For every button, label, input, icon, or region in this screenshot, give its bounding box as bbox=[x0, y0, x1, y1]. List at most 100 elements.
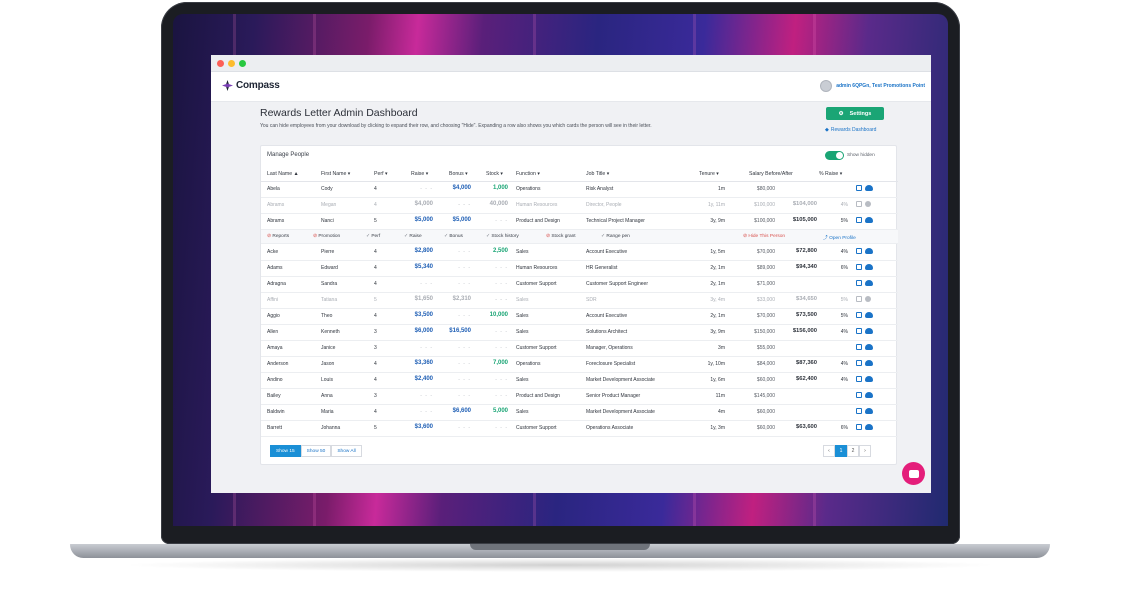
cell-job: Manager, Operations bbox=[586, 345, 633, 351]
chat-button[interactable] bbox=[902, 462, 925, 485]
table-row[interactable]: Aggio Theo 4 $3,500 - - - 10,000 Sales Account … bbox=[261, 309, 898, 325]
edit-icon[interactable] bbox=[856, 185, 862, 191]
edit-icon[interactable] bbox=[856, 408, 862, 414]
cell-perf: 4 bbox=[374, 281, 377, 287]
cell-bonus: $6,600 bbox=[452, 408, 471, 414]
cell-raise: $2,800 bbox=[414, 248, 433, 254]
cell-perf: 5 bbox=[374, 425, 377, 431]
cloud-download-icon[interactable] bbox=[865, 344, 873, 350]
show-50-button[interactable]: Show 50 bbox=[300, 445, 332, 457]
show-15-button[interactable]: Show 15 bbox=[270, 445, 301, 457]
cloud-download-icon[interactable] bbox=[865, 248, 873, 254]
edit-icon[interactable] bbox=[856, 217, 862, 223]
edit-icon[interactable] bbox=[856, 248, 862, 254]
cloud-download-icon[interactable] bbox=[865, 312, 873, 318]
edit-icon[interactable] bbox=[856, 296, 862, 302]
table-row[interactable]: Adragna Sandra 4 - - - - - - - - - Customer Su… bbox=[261, 277, 898, 293]
bonus-card: Bonus bbox=[444, 234, 463, 239]
cell-tenure: 2y, 1m bbox=[710, 313, 725, 319]
col-raise[interactable]: Raise ▾ bbox=[411, 171, 428, 177]
edit-icon[interactable] bbox=[856, 392, 862, 398]
cell-before: $60,000 bbox=[756, 409, 775, 415]
settings-button[interactable]: ⚙ Settings bbox=[826, 107, 884, 120]
cell-function: Sales bbox=[516, 329, 529, 335]
table-row[interactable]: Barrett Johanna 5 $3,600 - - - - - - Customer … bbox=[261, 421, 898, 437]
table-row[interactable]: Adams Edward 4 $5,340 - - - - - - Human Resour… bbox=[261, 261, 898, 277]
col-function[interactable]: Function ▾ bbox=[516, 171, 540, 177]
cell-before: $33,000 bbox=[756, 297, 775, 303]
page-2-button[interactable]: 2 bbox=[847, 445, 859, 457]
hide-person-button[interactable]: ⊘ Hide This Person bbox=[743, 234, 785, 239]
table-row[interactable]: Affini Tatiana 5 $1,650 $2,310 - - - Sales SDR 3… bbox=[261, 293, 898, 309]
col-first-name[interactable]: First Name ▾ bbox=[321, 171, 350, 177]
close-window-button[interactable] bbox=[217, 60, 224, 67]
cloud-download-icon[interactable] bbox=[865, 360, 873, 366]
cell-job: Solutions Architect bbox=[586, 329, 628, 335]
col-pct-raise[interactable]: % Raise ▾ bbox=[819, 171, 842, 177]
edit-icon[interactable] bbox=[856, 312, 862, 318]
table-header: Last Name ▲ First Name ▾ Perf ▾ Raise ▾ … bbox=[261, 168, 898, 182]
table-row[interactable]: Abrams Nanci 5 $5,000 $5,000 - - - Product and… bbox=[261, 214, 898, 230]
compass-logo[interactable]: Compass bbox=[222, 80, 280, 91]
cell-stock: 10,000 bbox=[489, 312, 508, 318]
table-row[interactable]: Abrams Megan 4 $4,000 - - - 40,000 Human Resou… bbox=[261, 198, 898, 214]
page-subtitle: You can hide employees from your downloa… bbox=[260, 123, 652, 129]
cloud-download-icon[interactable] bbox=[865, 376, 873, 382]
col-bonus[interactable]: Bonus ▾ bbox=[449, 171, 468, 177]
cloud-download-icon[interactable] bbox=[865, 280, 873, 286]
cloud-download-icon[interactable] bbox=[865, 217, 873, 223]
cell-bonus: - - - bbox=[458, 202, 471, 208]
cloud-download-icon[interactable] bbox=[865, 424, 873, 430]
table-row[interactable]: Abela Cody 4 - - - $4,000 1,000 Operations Risk… bbox=[261, 182, 898, 198]
clock-icon[interactable] bbox=[865, 296, 871, 302]
edit-icon[interactable] bbox=[856, 376, 862, 382]
show-hidden-toggle[interactable] bbox=[825, 151, 844, 160]
cloud-download-icon[interactable] bbox=[865, 392, 873, 398]
page-1-button[interactable]: 1 bbox=[835, 445, 847, 457]
cell-function: Customer Support bbox=[516, 281, 557, 287]
next-page-button[interactable]: › bbox=[859, 445, 871, 457]
open-profile-link[interactable]: ⤴ Open Profile bbox=[823, 234, 856, 241]
table-row[interactable]: Andino Louis 4 $2,400 - - - - - - Sales Market … bbox=[261, 373, 898, 389]
table-row[interactable]: Baldwin Maria 4 - - - $6,600 5,000 Sales Market… bbox=[261, 405, 898, 421]
cell-raise: $2,400 bbox=[414, 376, 433, 382]
edit-icon[interactable] bbox=[856, 424, 862, 430]
maximize-window-button[interactable] bbox=[239, 60, 246, 67]
col-stock[interactable]: Stock ▾ bbox=[486, 171, 503, 177]
cell-last: Aggio bbox=[267, 313, 280, 319]
col-job-title[interactable]: Job Title ▾ bbox=[586, 171, 609, 177]
cell-first: Edward bbox=[321, 265, 338, 271]
prev-page-button[interactable]: ‹ bbox=[823, 445, 835, 457]
cell-last: Andino bbox=[267, 377, 283, 383]
row-actions bbox=[856, 376, 873, 382]
cell-after: $105,000 bbox=[792, 217, 817, 223]
table-row[interactable]: Anderson Jason 4 $3,360 - - - 7,000 Operations… bbox=[261, 357, 898, 373]
table-row[interactable]: Amaya Janice 3 - - - - - - - - - Customer Supp… bbox=[261, 341, 898, 357]
cell-first: Kenneth bbox=[321, 329, 340, 335]
cloud-download-icon[interactable] bbox=[865, 328, 873, 334]
row-actions bbox=[856, 248, 873, 254]
show-all-button[interactable]: Show All bbox=[331, 445, 362, 457]
rewards-dashboard-link[interactable]: ◆ Rewards Dashboard bbox=[825, 127, 876, 133]
cell-bonus: - - - bbox=[458, 377, 471, 383]
user-menu[interactable]: admin 6QPGn, Test Promotions Point bbox=[820, 80, 925, 92]
table-row[interactable]: Acke Pierre 4 $2,800 - - - 2,500 Sales Account … bbox=[261, 245, 898, 261]
edit-icon[interactable] bbox=[856, 328, 862, 334]
clock-icon[interactable] bbox=[865, 201, 871, 207]
cloud-download-icon[interactable] bbox=[865, 408, 873, 414]
table-row[interactable]: Allen Kenneth 3 $6,000 $16,500 - - - Sales Solu… bbox=[261, 325, 898, 341]
edit-icon[interactable] bbox=[856, 264, 862, 270]
col-perf[interactable]: Perf ▾ bbox=[374, 171, 388, 177]
edit-icon[interactable] bbox=[856, 201, 862, 207]
cloud-download-icon[interactable] bbox=[865, 185, 873, 191]
edit-icon[interactable] bbox=[856, 360, 862, 366]
minimize-window-button[interactable] bbox=[228, 60, 235, 67]
table-row[interactable]: Bailey Anna 3 - - - - - - - - - Product and De… bbox=[261, 389, 898, 405]
col-tenure[interactable]: Tenure ▾ bbox=[699, 171, 719, 177]
edit-icon[interactable] bbox=[856, 344, 862, 350]
cloud-download-icon[interactable] bbox=[865, 264, 873, 270]
cell-bonus: - - - bbox=[458, 345, 471, 351]
cell-stock: 2,500 bbox=[492, 248, 508, 254]
col-last-name[interactable]: Last Name ▲ bbox=[267, 171, 299, 177]
edit-icon[interactable] bbox=[856, 280, 862, 286]
